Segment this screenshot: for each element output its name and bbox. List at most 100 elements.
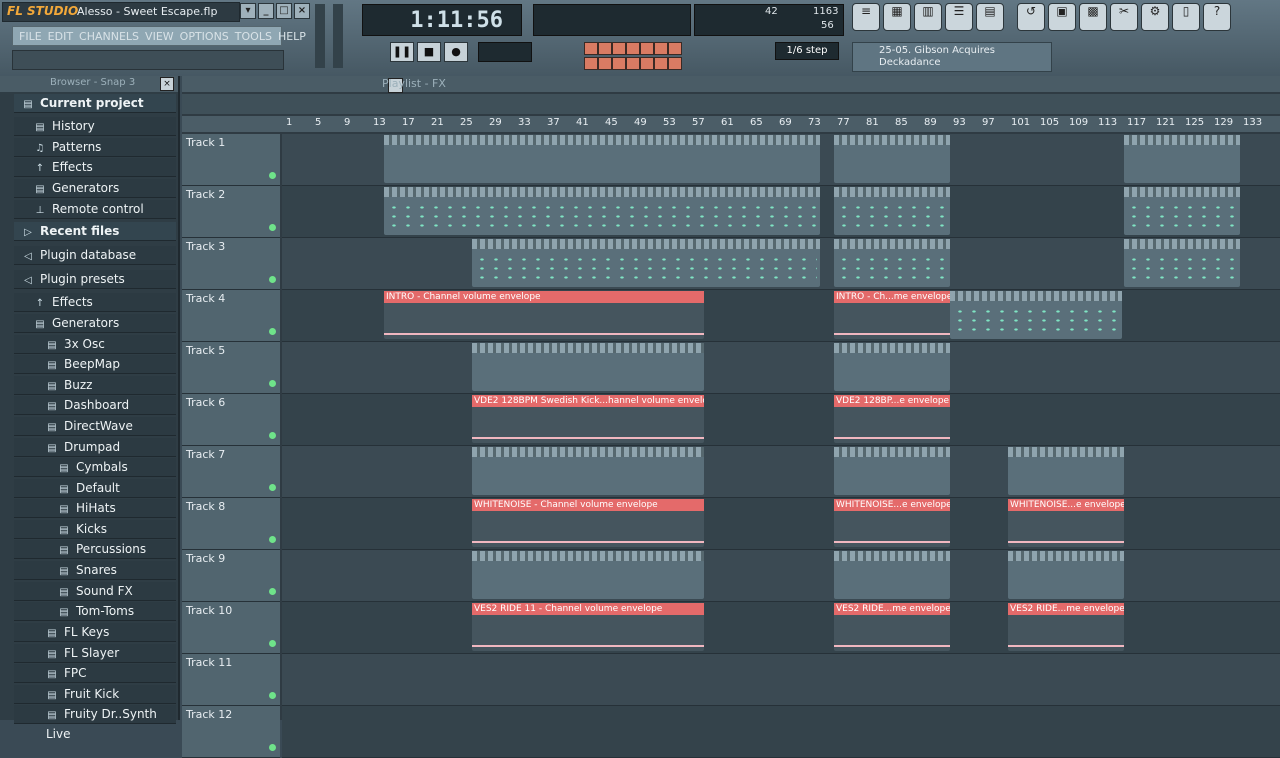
- help-icon[interactable]: ?: [1203, 3, 1231, 31]
- tool-button[interactable]: [598, 42, 612, 55]
- track-mute-led[interactable]: [269, 380, 276, 387]
- tool-button[interactable]: [584, 42, 598, 55]
- browser-item[interactable]: ▤ FL Keys: [14, 623, 176, 642]
- browser-item[interactable]: ▤ Dashboard: [14, 396, 176, 415]
- track-lane[interactable]: VDE2 128BPM Swedish Kick...hannel volume…: [282, 394, 1280, 446]
- browser-item[interactable]: ▤ Generators: [14, 314, 176, 333]
- track-lane[interactable]: [282, 342, 1280, 394]
- menu-tools[interactable]: TOOLS: [235, 27, 272, 45]
- tempo-display[interactable]: [478, 42, 532, 62]
- track-header[interactable]: Track 10: [182, 602, 280, 654]
- tool-button[interactable]: [654, 57, 668, 70]
- browser-item[interactable]: ▤ DirectWave: [14, 417, 176, 436]
- pattern-clip[interactable]: [1124, 239, 1240, 287]
- pause-button[interactable]: ❚❚: [390, 42, 414, 62]
- tool-button[interactable]: [640, 42, 654, 55]
- track-lane[interactable]: [282, 134, 1280, 186]
- timeline-ruler[interactable]: 1 5 9 13 17 21 25 29 33 37 41 45 49 53 57 61 65 69 73 77 81 8…: [182, 116, 1280, 132]
- track-header[interactable]: Track 2: [182, 186, 280, 238]
- track-mute-led[interactable]: [269, 744, 276, 751]
- tool-button[interactable]: [612, 42, 626, 55]
- automation-clip[interactable]: VES2 RIDE...me envelope: [1008, 603, 1124, 651]
- pattern-clip[interactable]: [834, 343, 950, 391]
- pattern-clip[interactable]: [472, 551, 704, 599]
- stop-button[interactable]: ■: [417, 42, 441, 62]
- browser-item[interactable]: ◁ Plugin presets: [14, 270, 176, 289]
- track-lane[interactable]: [282, 706, 1280, 758]
- automation-clip[interactable]: WHITENOISE...e envelope: [1008, 499, 1124, 547]
- track-header[interactable]: Track 8: [182, 498, 280, 550]
- undo-icon[interactable]: ↺: [1017, 3, 1045, 31]
- browser-item[interactable]: ▤ BeepMap: [14, 355, 176, 374]
- news-panel[interactable]: 25-05. Gibson Acquires Deckadance: [852, 42, 1052, 72]
- track-header[interactable]: Track 11: [182, 654, 280, 706]
- browser-item[interactable]: ▷ Recent files: [14, 222, 176, 241]
- piano-roll-icon[interactable]: ▥: [914, 3, 942, 31]
- browser-item[interactable]: ▤ Drumpad: [14, 438, 176, 457]
- track-mute-led[interactable]: [269, 536, 276, 543]
- tool-button[interactable]: [668, 57, 682, 70]
- browser-item[interactable]: ▤ Fruity Dr..Synth Live: [14, 705, 176, 741]
- settings-icon[interactable]: ⚙: [1141, 3, 1169, 31]
- browser-item[interactable]: ▤ FL Slayer: [14, 644, 176, 663]
- pattern-clip[interactable]: [472, 239, 820, 287]
- track-lane[interactable]: [282, 550, 1280, 602]
- track-lane[interactable]: WHITENOISE - Channel volume envelope WHIT…: [282, 498, 1280, 550]
- browser-item[interactable]: ▤ Sound FX: [14, 582, 176, 601]
- save-icon[interactable]: ▣: [1048, 3, 1076, 31]
- automation-clip[interactable]: VES2 RIDE 11 - Channel volume envelope: [472, 603, 704, 651]
- automation-clip[interactable]: VDE2 128BP...e envelope: [834, 395, 950, 443]
- pattern-clip[interactable]: [472, 343, 704, 391]
- browser-item[interactable]: ▤ Tom-Toms: [14, 602, 176, 621]
- track-mute-led[interactable]: [269, 640, 276, 647]
- automation-clip[interactable]: VDE2 128BPM Swedish Kick...hannel volume…: [472, 395, 704, 443]
- track-header[interactable]: Track 12: [182, 706, 280, 758]
- track-header[interactable]: Track 1: [182, 134, 280, 186]
- tools-icon[interactable]: ✂: [1110, 3, 1138, 31]
- playlist-icon[interactable]: ≡: [852, 3, 880, 31]
- pattern-clip[interactable]: [1124, 187, 1240, 235]
- track-mute-led[interactable]: [269, 588, 276, 595]
- menu-file[interactable]: FILE: [19, 27, 42, 45]
- browser-item[interactable]: ▤ Default: [14, 479, 176, 498]
- track-header[interactable]: Track 4: [182, 290, 280, 342]
- track-mute-led[interactable]: [269, 224, 276, 231]
- pattern-clip[interactable]: [834, 447, 950, 495]
- track-mute-led[interactable]: [269, 328, 276, 335]
- menu-options[interactable]: OPTIONS: [180, 27, 229, 45]
- step-selector[interactable]: 1/6 step: [775, 42, 839, 60]
- browser-icon[interactable]: ☰: [945, 3, 973, 31]
- pattern-clip[interactable]: [950, 291, 1122, 339]
- pattern-clip[interactable]: [472, 447, 704, 495]
- automation-clip[interactable]: VES2 RIDE...me envelope: [834, 603, 950, 651]
- render-icon[interactable]: ▩: [1079, 3, 1107, 31]
- track-mute-led[interactable]: [269, 484, 276, 491]
- browser-item[interactable]: ⊥ Remote control: [14, 200, 176, 219]
- pattern-clip[interactable]: [1124, 135, 1240, 183]
- record-button[interactable]: ●: [444, 42, 468, 62]
- pattern-clip[interactable]: [834, 135, 950, 183]
- close-icon[interactable]: ×: [294, 3, 310, 19]
- browser-item[interactable]: ♫ Patterns: [14, 138, 176, 157]
- track-header[interactable]: Track 9: [182, 550, 280, 602]
- automation-clip[interactable]: WHITENOISE...e envelope: [834, 499, 950, 547]
- document-icon[interactable]: ▯: [1172, 3, 1200, 31]
- track-lane[interactable]: [282, 186, 1280, 238]
- pattern-clip[interactable]: [834, 239, 950, 287]
- browser-item[interactable]: ▤ Percussions: [14, 540, 176, 559]
- step-sequencer-icon[interactable]: ▦: [883, 3, 911, 31]
- browser-item[interactable]: ▤ FPC: [14, 664, 176, 683]
- track-lane[interactable]: [282, 654, 1280, 706]
- tool-button[interactable]: [640, 57, 654, 70]
- track-lane[interactable]: VES2 RIDE 11 - Channel volume envelope VE…: [282, 602, 1280, 654]
- close-icon[interactable]: ×: [160, 77, 174, 91]
- track-lane[interactable]: [282, 238, 1280, 290]
- pattern-clip[interactable]: [1008, 551, 1124, 599]
- track-lane[interactable]: [282, 446, 1280, 498]
- tool-button[interactable]: [612, 57, 626, 70]
- tool-button[interactable]: [626, 42, 640, 55]
- track-mute-led[interactable]: [269, 432, 276, 439]
- track-header[interactable]: Track 5: [182, 342, 280, 394]
- menu-edit[interactable]: EDIT: [48, 27, 73, 45]
- browser-item[interactable]: ▤ Snares: [14, 561, 176, 580]
